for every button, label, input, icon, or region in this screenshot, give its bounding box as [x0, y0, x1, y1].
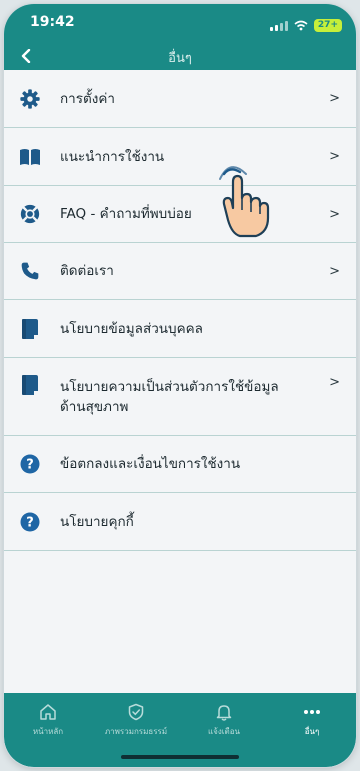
home-indicator [121, 755, 239, 759]
chevron-right-icon: > [329, 375, 340, 390]
book-icon [18, 145, 42, 169]
svg-text:?: ? [26, 515, 34, 530]
menu-item-label: แนะนำการใช้งาน [60, 148, 165, 165]
svg-text:?: ? [26, 458, 34, 473]
menu-item-settings[interactable]: การตั้งค่า > [4, 70, 356, 128]
more-icon [303, 701, 321, 723]
page-title: อื่นๆ [168, 51, 192, 66]
menu-item-label: FAQ - คำถามที่พบบ่อย [60, 206, 192, 222]
chevron-right-icon: > [329, 91, 340, 106]
nav-bar: อื่นๆ [4, 42, 356, 70]
menu-item-label: ติดต่อเรา [60, 263, 114, 279]
menu-item-contact[interactable]: ติดต่อเรา > [4, 243, 356, 300]
bell-icon [215, 701, 233, 723]
tab-home[interactable]: หน้าหลัก [4, 701, 92, 745]
tab-label: แจ้งเตือน [208, 727, 240, 736]
status-bar: 19:42 27+ [4, 4, 356, 42]
battery-icon: 27+ [313, 19, 342, 32]
tab-notifications[interactable]: แจ้งเตือน [180, 701, 268, 745]
question-icon: ? [18, 452, 42, 476]
chevron-right-icon: > [329, 206, 340, 222]
menu-item-health-privacy[interactable]: นโยบายความเป็นส่วนตัวการใช้ข้อมูลด้านสุข… [4, 358, 356, 436]
phone-icon [18, 259, 42, 283]
question-icon: ? [18, 510, 42, 534]
wifi-icon [294, 16, 308, 35]
home-icon [39, 701, 57, 723]
menu-item-label: การตั้งค่า [60, 90, 115, 107]
gear-icon [18, 87, 42, 111]
app-screen: 19:42 27+ อื่นๆ การตั้งค่า > แนะนำการใช้… [4, 4, 356, 767]
menu-item-terms[interactable]: ? ข้อตกลงและเงื่อนไขการใช้งาน [4, 436, 356, 493]
menu-item-label: ข้อตกลงและเงื่อนไขการใช้งาน [60, 456, 241, 472]
menu-list: การตั้งค่า > แนะนำการใช้งาน > FAQ - คำถา… [4, 70, 356, 551]
chevron-right-icon: > [329, 149, 340, 164]
status-time: 19:42 [30, 14, 75, 30]
menu-item-label: นโยบายคุกกี้ [60, 513, 134, 530]
tab-policy-overview[interactable]: ภาพรวมกรมธรรม์ [92, 701, 180, 745]
document-icon [18, 373, 42, 397]
menu-item-privacy-policy[interactable]: นโยบายข้อมูลส่วนบุคคล [4, 300, 356, 358]
chevron-right-icon: > [329, 263, 340, 279]
shield-icon [127, 701, 145, 723]
lifebuoy-icon [18, 202, 42, 226]
tab-label: หน้าหลัก [32, 727, 64, 736]
tab-more[interactable]: อื่นๆ [268, 701, 356, 745]
menu-item-cookie-policy[interactable]: ? นโยบายคุกกี้ [4, 493, 356, 551]
menu-item-label: นโยบายข้อมูลส่วนบุคคล [60, 320, 203, 337]
menu-item-faq[interactable]: FAQ - คำถามที่พบบ่อย > [4, 186, 356, 243]
document-icon [18, 317, 42, 341]
tab-label: ภาพรวมกรมธรรม์ [104, 727, 168, 736]
status-icons: 27+ [269, 16, 342, 35]
tap-hand-icon [210, 160, 274, 240]
menu-item-label: นโยบายความเป็นส่วนตัวการใช้ข้อมูลด้านสุข… [60, 378, 279, 415]
menu-item-user-guide[interactable]: แนะนำการใช้งาน > [4, 128, 356, 186]
tab-label: อื่นๆ [304, 727, 320, 736]
bottom-tab-bar: หน้าหลัก ภาพรวมกรมธรรม์ แจ้งเตือน อื่นๆ [4, 693, 356, 767]
signal-icon [269, 20, 288, 31]
